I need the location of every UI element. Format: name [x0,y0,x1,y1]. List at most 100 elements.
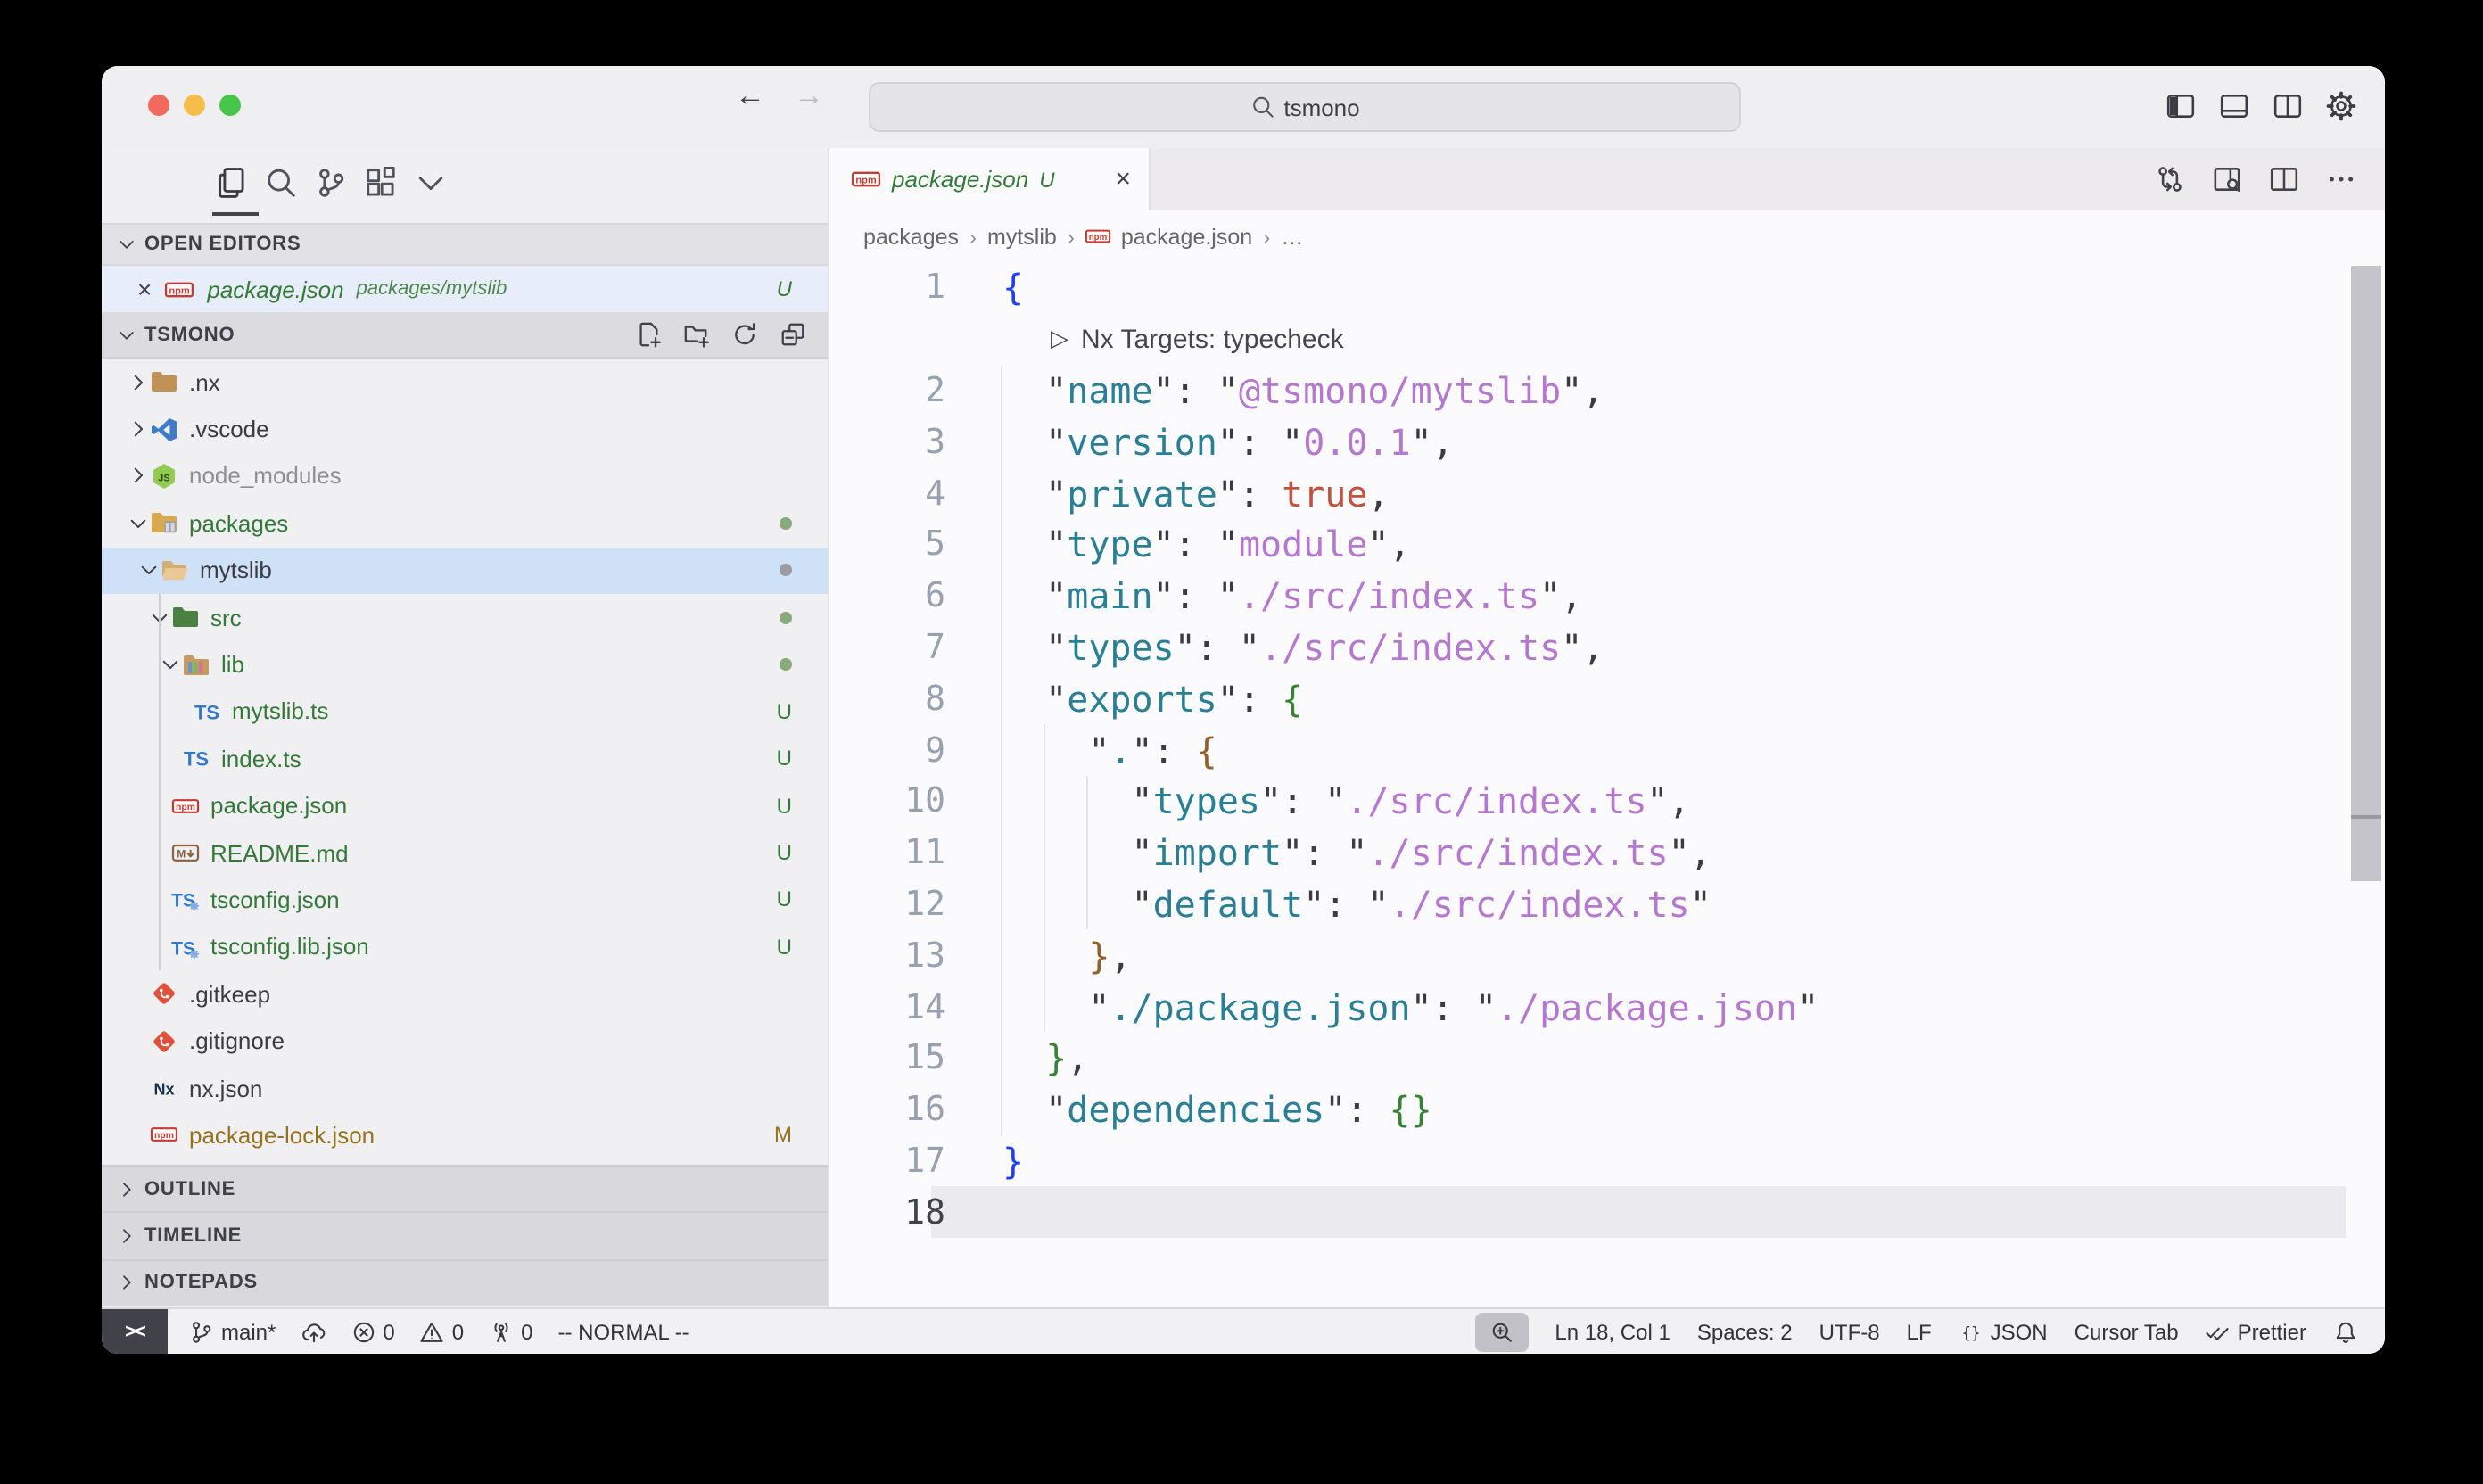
status-utf-8[interactable]: UTF-8 [1819,1319,1880,1344]
activity-files[interactable] [212,161,248,203]
status-branch[interactable]: main* [189,1319,276,1344]
code-line-17[interactable]: 17} [829,1135,2385,1187]
tab-package-json[interactable]: npm package.json U × [829,148,1151,210]
status-cloud-upload[interactable] [301,1319,326,1344]
remote-indicator-button[interactable]: >< [102,1308,168,1354]
code-line-18[interactable]: 18 [829,1187,2385,1239]
code-line-6[interactable]: 6 "main": "./src/index.ts", [829,571,2385,622]
breadcrumb-item[interactable]: packages [863,224,959,249]
code-line-11[interactable]: 11 "import": "./src/index.ts", [829,828,2385,879]
tree-item-.gitignore[interactable]: .gitignore [102,1018,828,1065]
code-editor[interactable]: 1{▷Nx Targets: typecheck2 "name": "@tsmo… [829,262,2385,1307]
tree-item-mytslib.ts[interactable]: TSmytslib.tsU [102,688,828,735]
close-tab-icon[interactable]: × [1115,166,1131,193]
status-tower[interactable]: 0 [489,1319,532,1344]
status-braces[interactable]: {}JSON [1959,1319,2048,1344]
panel-outline[interactable]: OUTLINE [102,1165,828,1212]
new-folder-button[interactable] [683,321,710,348]
minimize-window-button[interactable] [184,95,205,116]
tree-item-.vscode[interactable]: .vscode [102,406,828,453]
branch-icon [189,1319,214,1344]
tree-item-lib[interactable]: lib [102,641,828,688]
status-cursor-tab[interactable]: Cursor Tab [2075,1319,2179,1344]
code-line-16[interactable]: 16 "dependencies": {} [829,1084,2385,1136]
status-warning[interactable]: 0 [420,1319,464,1344]
preview-button[interactable] [2212,164,2242,194]
scrollbar-thumb[interactable] [2351,266,2381,881]
code-line-8[interactable]: 8 "exports": { [829,673,2385,725]
code-line-13[interactable]: 13 }, [829,930,2385,982]
status-error[interactable]: 0 [351,1319,394,1344]
activity-source-control[interactable] [312,161,348,203]
chev-right-icon [116,1272,137,1293]
code-line-4[interactable]: 4 "private": true, [829,467,2385,519]
tree-item-label: package.json [210,792,347,819]
status-zoom-in[interactable] [1474,1312,1528,1351]
close-window-button[interactable] [148,95,169,116]
refresh-button[interactable] [731,321,758,348]
tree-item-src[interactable]: src [102,594,828,641]
code-line-15[interactable]: 15 }, [829,1033,2385,1084]
code-line-12[interactable]: 12 "default": "./src/index.ts" [829,878,2385,930]
activity-search[interactable] [262,161,298,203]
gear-button[interactable] [2326,91,2356,121]
tree-item-tsconfig.json[interactable]: TStsconfig.jsonU [102,877,828,924]
search-icon [1250,95,1274,120]
status-spaces-2[interactable]: Spaces: 2 [1697,1319,1793,1344]
code-line-2[interactable]: 2 "name": "@tsmono/mytslib", [829,365,2385,416]
close-icon[interactable]: × [137,276,152,301]
layout-split-button[interactable] [2273,91,2303,121]
breadcrumb-separator: › [1068,224,1075,249]
layout-panel-button[interactable] [2219,91,2249,121]
tree-item-README.md[interactable]: MREADME.mdU [102,829,828,877]
new-file-button[interactable] [635,321,662,348]
code-line-5[interactable]: 5 "type": "module", [829,519,2385,571]
status-check-double[interactable]: Prettier [2206,1319,2306,1344]
run-icon[interactable]: ▷ [1051,325,1068,353]
activity-extensions[interactable] [362,161,398,203]
tree-item-node_modules[interactable]: JSnode_modules [102,453,828,500]
line-number: 16 [829,1090,945,1129]
svg-text:npm: npm [855,175,876,186]
tree-item-.gitkeep[interactable]: .gitkeep [102,970,828,1018]
codelens[interactable]: ▷Nx Targets: typecheck [829,314,2385,366]
code-line-10[interactable]: 10 "types": "./src/index.ts", [829,776,2385,828]
panel-notepads[interactable]: NOTEPADS [102,1258,828,1306]
forward-arrow-icon[interactable]: → [794,78,824,114]
status-bell[interactable] [2333,1319,2358,1344]
panel-timeline[interactable]: TIMELINE [102,1212,828,1259]
breadcrumb-item[interactable]: npmpackage.json [1085,223,1252,250]
status-lf[interactable]: LF [1907,1319,1932,1344]
back-arrow-icon[interactable]: ← [735,78,765,114]
tree-item-.nx[interactable]: .nx [102,359,828,406]
tree-item-mytslib[interactable]: mytslib [102,547,828,594]
compare-button[interactable] [2155,164,2185,194]
tree-item-package-lock.json[interactable]: npmpackage-lock.jsonM [102,1112,828,1159]
status--normal-[interactable]: -- NORMAL -- [558,1319,689,1344]
tree-item-nx.json[interactable]: Nxnx.json [102,1065,828,1112]
split-button[interactable] [2269,164,2299,194]
open-editors-header[interactable]: OPEN EDITORS [102,223,828,266]
code-line-14[interactable]: 14 "./package.json": "./package.json" [829,981,2385,1033]
tree-item-packages[interactable]: packages [102,499,828,547]
tree-item-tsconfig.lib.json[interactable]: TStsconfig.lib.jsonU [102,923,828,970]
tree-item-package.json[interactable]: npmpackage.jsonU [102,782,828,829]
code-line-3[interactable]: 3 "version": "0.0.1", [829,416,2385,468]
collapse-all-button[interactable] [780,321,806,348]
tree-item-index.ts[interactable]: TSindex.tsU [102,735,828,782]
code-line-9[interactable]: 9 ".": { [829,724,2385,776]
code-line-7[interactable]: 7 "types": "./src/index.ts", [829,622,2385,673]
layout-sidebar-left-button[interactable] [2165,91,2196,121]
zoom-window-button[interactable] [219,95,241,116]
open-editor-item[interactable]: × npm package.json packages/mytslib U [102,266,828,312]
breadcrumb-item[interactable]: … [1281,224,1303,249]
sidebar: OPEN EDITORS × npm package.json packages… [102,148,829,1307]
line-number: 3 [829,423,945,462]
breadcrumb-item[interactable]: mytslib [987,224,1057,249]
explorer-section-header[interactable]: TSMONO [102,312,828,359]
status-ln-18-col-1[interactable]: Ln 18, Col 1 [1555,1319,1670,1344]
more-button[interactable] [2326,164,2356,194]
activity-chevron-down[interactable] [412,161,448,203]
command-center-search[interactable]: tsmono [869,82,1741,132]
code-line-1[interactable]: 1{ [829,262,2385,314]
